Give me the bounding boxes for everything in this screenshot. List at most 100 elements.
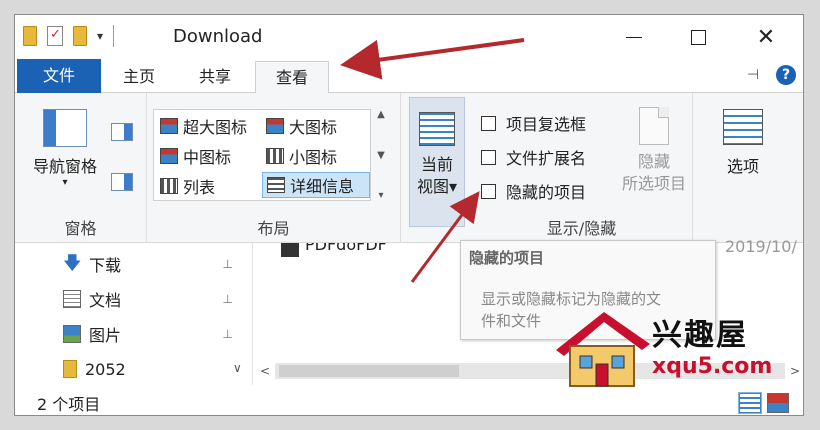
minimize-icon [626,36,642,38]
window-title: Download [173,26,263,47]
nav-item-pictures[interactable]: 图片 ⊥ [63,319,233,349]
layout-gallery: 超大图标 大图标 中图标 小图标 列表 详细信息 [153,109,371,201]
current-view-button[interactable]: 当前 视图▾ [409,97,465,227]
group-options: 选项 [693,93,803,243]
layout-item-label: 中图标 [183,148,232,167]
document-icon [63,290,81,308]
details-view-toggle-icon[interactable] [738,392,762,414]
group-panes: 导航窗格 ▾ 窗格 [15,93,147,243]
scroll-down-icon[interactable]: ▼ [377,150,385,161]
options-icon [723,109,763,145]
properties-icon[interactable] [47,26,63,46]
ribbon-tabs: 文件 主页 共享 查看 ⊣ ? [15,59,803,94]
download-icon: 🡇 [63,253,82,274]
group-layout: 超大图标 大图标 中图标 小图标 列表 详细信息 ▲ ▼ ▾ 布局 [147,93,401,243]
watermark: 兴趣屋 xqu5.com [552,304,802,388]
hide-selected-label-2: 所选项目 [621,174,686,193]
gallery-more-icon[interactable]: ▾ [378,190,383,201]
layout-list[interactable]: 列表 [156,173,260,199]
extra-large-icons-icon [160,118,178,134]
close-button[interactable]: ✕ [743,21,789,53]
file-row[interactable]: PDFdoFDF [281,243,387,257]
tab-home[interactable]: 主页 [109,61,169,93]
file-extensions-option[interactable]: 文件扩展名 [481,143,586,171]
large-icons-view-toggle-icon[interactable] [767,393,789,413]
layout-small-icons[interactable]: 小图标 [262,143,366,169]
nav-item-downloads[interactable]: 🡇 下载 ⊥ [63,249,233,279]
layout-details[interactable]: 详细信息 [262,172,370,198]
navigation-pane-icon [43,109,87,147]
preview-pane-button[interactable] [111,123,133,141]
picture-icon [63,325,81,343]
tooltip-title: 隐藏的项目 [469,249,545,267]
layout-item-label: 小图标 [289,148,338,167]
file-icon [281,243,299,257]
hidden-items-option[interactable]: 隐藏的项目 [481,177,586,205]
details-icon [267,177,285,193]
hide-selected-items-button[interactable]: 隐藏 所选项目 [619,107,689,195]
pin-icon: ⊥ [222,292,233,306]
scroll-thumb[interactable] [279,365,459,377]
maximize-button[interactable] [675,21,721,53]
watermark-name: 兴趣屋 [652,318,748,353]
quick-access-toolbar: ▾ [23,25,115,47]
details-pane-button[interactable] [111,173,133,191]
navigation-pane-label: 导航窗格 [32,157,97,176]
scroll-left-icon[interactable]: < [255,364,275,378]
list-icon [160,178,178,194]
sort-by-icon [419,112,455,146]
medium-icons-icon [160,148,178,164]
tab-share[interactable]: 共享 [185,61,245,93]
group-current-view: 当前 视图▾ [401,93,469,243]
tab-view[interactable]: 查看 [255,61,329,94]
file-name: PDFdoFDF [305,243,387,254]
minimize-button[interactable] [611,21,657,53]
current-view-label-1: 当前 [420,155,453,174]
nav-item-documents[interactable]: 文档 ⊥ [63,284,233,314]
layout-item-label: 列表 [183,178,216,197]
pin-icon: ⊥ [222,257,233,271]
file-date: 2019/10/ [725,237,797,256]
title-bar: ▾ Download ✕ [15,15,803,59]
layout-item-label: 大图标 [289,118,338,137]
checkbox[interactable] [481,115,496,131]
checkbox[interactable] [481,183,496,199]
ribbon-pin-icon[interactable]: ⊣ [747,67,759,83]
chevron-down-icon: ▾ [448,177,458,196]
qat-customize-chevron-icon[interactable]: ▾ [97,29,103,43]
large-icons-icon [266,118,284,134]
checkbox-label: 文件扩展名 [506,149,587,168]
options-label: 选项 [726,157,759,176]
hide-selected-icon [639,107,669,145]
pin-icon: ⊥ [222,327,233,341]
maximize-icon [690,29,706,45]
checkbox-label: 隐藏的项目 [506,183,587,202]
hide-selected-label-1: 隐藏 [637,152,670,171]
layout-item-label: 超大图标 [183,118,248,137]
tab-file[interactable]: 文件 [17,59,101,93]
nav-item-2052[interactable]: 2052 [63,354,233,384]
layout-large-icons[interactable]: 大图标 [262,113,366,139]
nav-item-label: 图片 [89,326,122,345]
small-icons-icon [266,148,284,164]
item-checkboxes-option[interactable]: 项目复选框 [481,109,586,137]
navigation-pane-button[interactable]: 导航窗格 ▾ [23,109,107,188]
group-label-layout: 布局 [257,219,290,238]
scroll-down-icon[interactable]: ∨ [233,361,242,375]
scroll-up-icon[interactable]: ▲ [377,109,385,120]
nav-item-label: 下载 [89,256,122,275]
house-logo-icon [556,312,650,387]
checkbox-label: 项目复选框 [506,115,587,134]
group-show-hide: 项目复选框 文件扩展名 隐藏的项目 隐藏 所选项目 显示/隐藏 [471,93,693,243]
layout-gallery-scroll: ▲ ▼ ▾ [373,109,389,201]
group-label-panes: 窗格 [64,219,97,238]
layout-medium-icons[interactable]: 中图标 [156,143,260,169]
options-button[interactable]: 选项 [713,109,773,177]
checkbox[interactable] [481,149,496,165]
layout-item-label: 详细信息 [290,177,355,196]
new-folder-icon[interactable] [73,26,87,46]
watermark-url: xqu5.com [652,354,773,379]
title-separator [113,25,115,47]
layout-extra-large-icons[interactable]: 超大图标 [156,113,260,139]
help-icon[interactable]: ? [776,65,796,85]
